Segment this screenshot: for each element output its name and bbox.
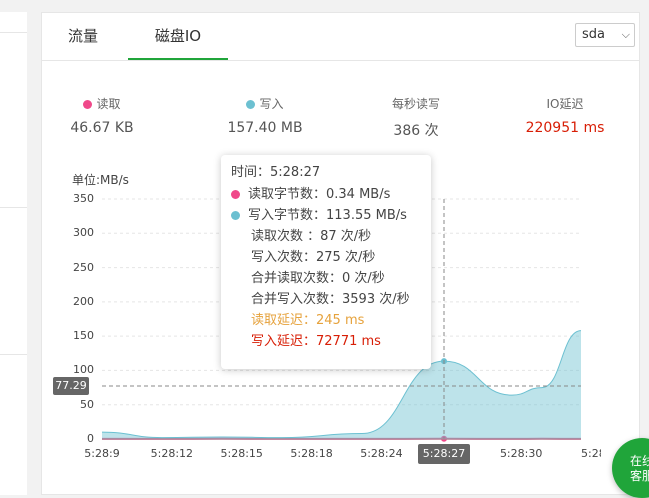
read-dot-icon	[231, 190, 240, 199]
write-dot-icon	[231, 211, 240, 220]
tooltip-merge-write: 合并写入次数：3593 次/秒	[251, 290, 410, 310]
service-label-line2: 客服	[612, 469, 649, 484]
service-label-line1: 在线	[612, 438, 649, 469]
tooltip-read-bytes: 读取字节数：0.34 MB/s	[248, 187, 390, 202]
tooltip-read-bytes-row: 读取字节数：0.34 MB/s	[231, 185, 390, 205]
divider	[0, 354, 27, 355]
chart-tooltip: 时间：5:28:27 读取字节数：0.34 MB/s 写入字节数：113.55 …	[221, 155, 431, 369]
divider	[0, 207, 27, 208]
tooltip-write-count: 写入次数：275 次/秒	[251, 248, 375, 268]
tooltip-time: 时间：5:28:27	[231, 163, 320, 183]
tooltip-write-bytes: 写入字节数：113.55 MB/s	[248, 208, 407, 223]
divider	[0, 32, 27, 33]
tooltip-merge-read: 合并读取次数：0 次/秒	[251, 269, 385, 289]
tooltip-write-latency: 写入延迟：72771 ms	[251, 332, 381, 352]
tooltip-write-bytes-row: 写入字节数：113.55 MB/s	[231, 206, 407, 226]
left-sidebar-panel	[0, 12, 27, 495]
tooltip-read-latency: 读取延迟：245 ms	[251, 311, 364, 331]
disk-io-panel: 流量 磁盘IO sda ⌵ 读取 46.67 KB 写入 157.40 MB 每…	[41, 12, 640, 495]
cursor-x-value-label: 5:28:27	[418, 444, 470, 464]
cursor-y-value-label: 77.29	[53, 377, 89, 395]
tooltip-read-count: 读取次数 ：87 次/秒	[251, 227, 371, 247]
